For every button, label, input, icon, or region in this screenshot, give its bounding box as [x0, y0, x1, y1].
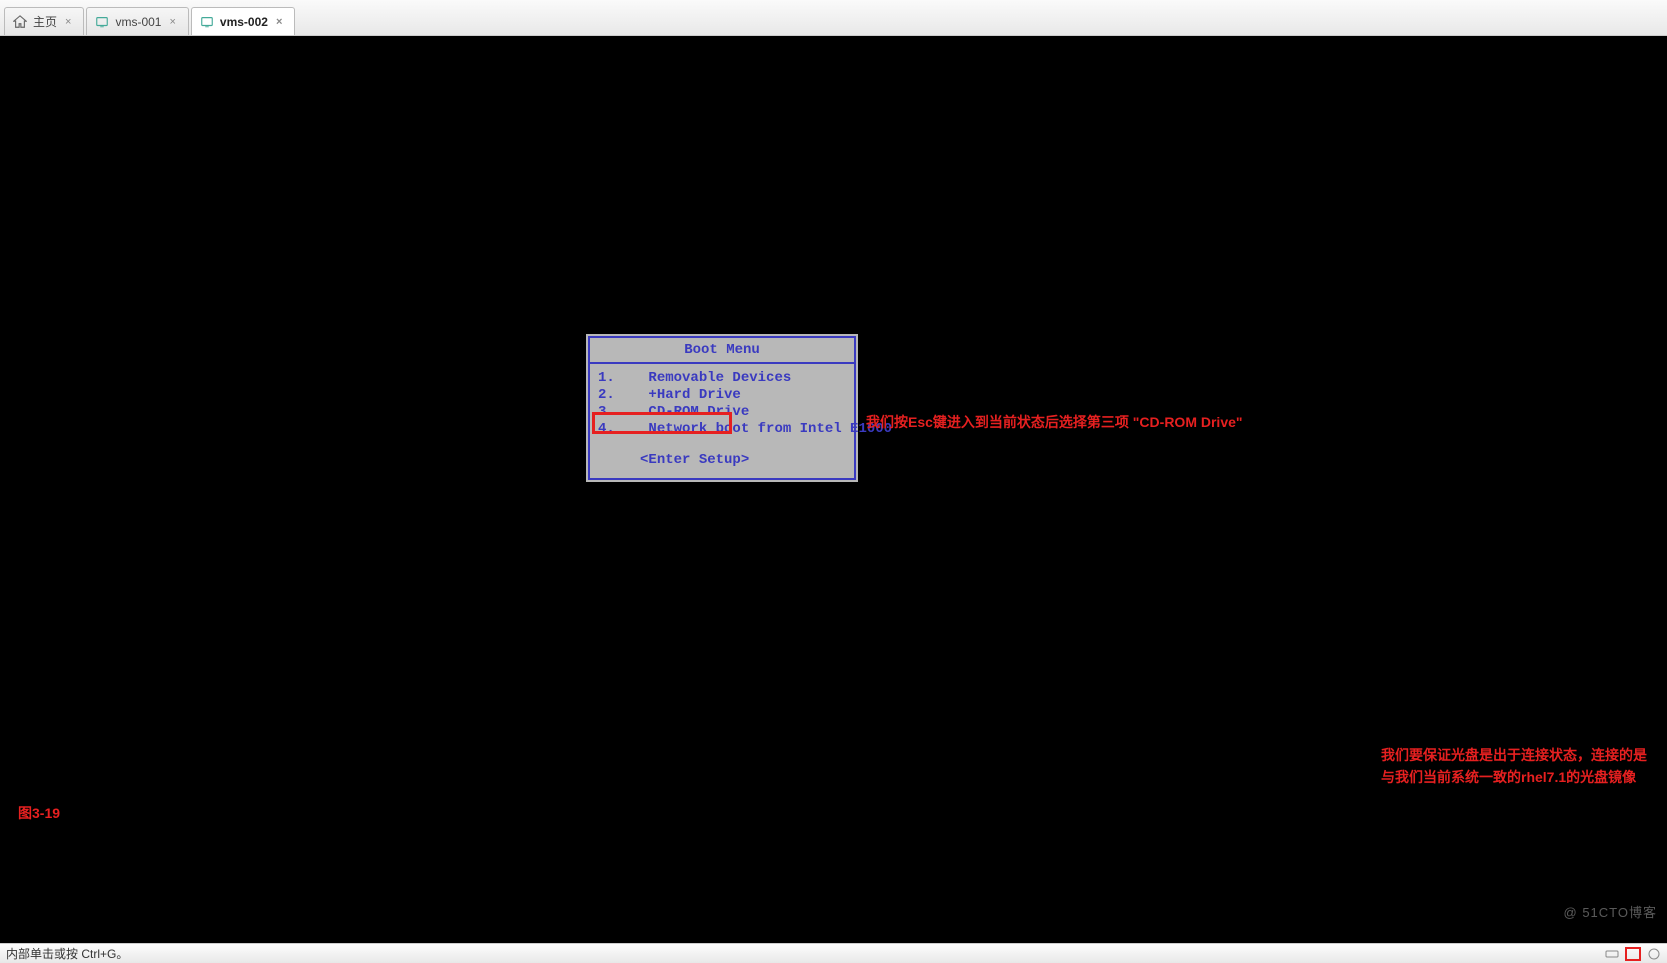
close-icon[interactable]: × — [63, 16, 73, 28]
annotation-line: 我们要保证光盘是出于连接状态，连接的是 — [1381, 744, 1647, 766]
network-status-icon[interactable] — [1647, 947, 1661, 961]
status-right — [1605, 947, 1661, 961]
vm-icon — [200, 15, 214, 29]
boot-menu-body: 1. Removable Devices 2. +Hard Drive 3. C… — [590, 364, 854, 478]
status-bar: 内部单击或按 Ctrl+G。 — [0, 943, 1667, 963]
home-icon — [13, 15, 27, 29]
annotation-connection: 我们要保证光盘是出于连接状态，连接的是 与我们当前系统一致的rhel7.1的光盘… — [1381, 744, 1647, 789]
close-icon[interactable]: × — [167, 16, 177, 28]
boot-item-network[interactable]: 4. Network boot from Intel E1000 — [598, 421, 846, 438]
tab-label: vms-002 — [220, 15, 268, 29]
tab-vms-002[interactable]: vms-002 × — [191, 7, 295, 35]
tab-vms-001[interactable]: vms-001 × — [86, 7, 188, 35]
annotation-main: 我们按Esc键进入到当前状态后选择第三项 "CD-ROM Drive" — [866, 411, 1243, 433]
disk-icon[interactable] — [1605, 947, 1619, 961]
boot-item-hard-drive[interactable]: 2. +Hard Drive — [598, 387, 846, 404]
cdrom-status-icon[interactable] — [1625, 947, 1641, 961]
close-icon[interactable]: × — [274, 16, 284, 28]
vm-console[interactable]: Boot Menu 1. Removable Devices 2. +Hard … — [0, 36, 1667, 943]
annotation-line: 与我们当前系统一致的rhel7.1的光盘镜像 — [1381, 766, 1647, 788]
tab-bar: 主页 × vms-001 × vms-002 × — [0, 0, 1667, 36]
status-hint: 内部单击或按 Ctrl+G。 — [6, 945, 128, 962]
watermark: @ 51CTO博客 — [1564, 902, 1657, 921]
vm-icon — [95, 15, 109, 29]
boot-menu-title: Boot Menu — [590, 338, 854, 364]
boot-enter-setup[interactable]: <Enter Setup> — [598, 438, 846, 468]
boot-item-cdrom[interactable]: 3. CD-ROM Drive — [598, 404, 846, 421]
boot-item-removable[interactable]: 1. Removable Devices — [598, 370, 846, 387]
figure-caption: 图3-19 — [18, 802, 60, 824]
tab-label: vms-001 — [115, 15, 161, 29]
boot-menu: Boot Menu 1. Removable Devices 2. +Hard … — [586, 334, 858, 482]
tab-home[interactable]: 主页 × — [4, 7, 84, 35]
tab-label: 主页 — [33, 13, 57, 30]
